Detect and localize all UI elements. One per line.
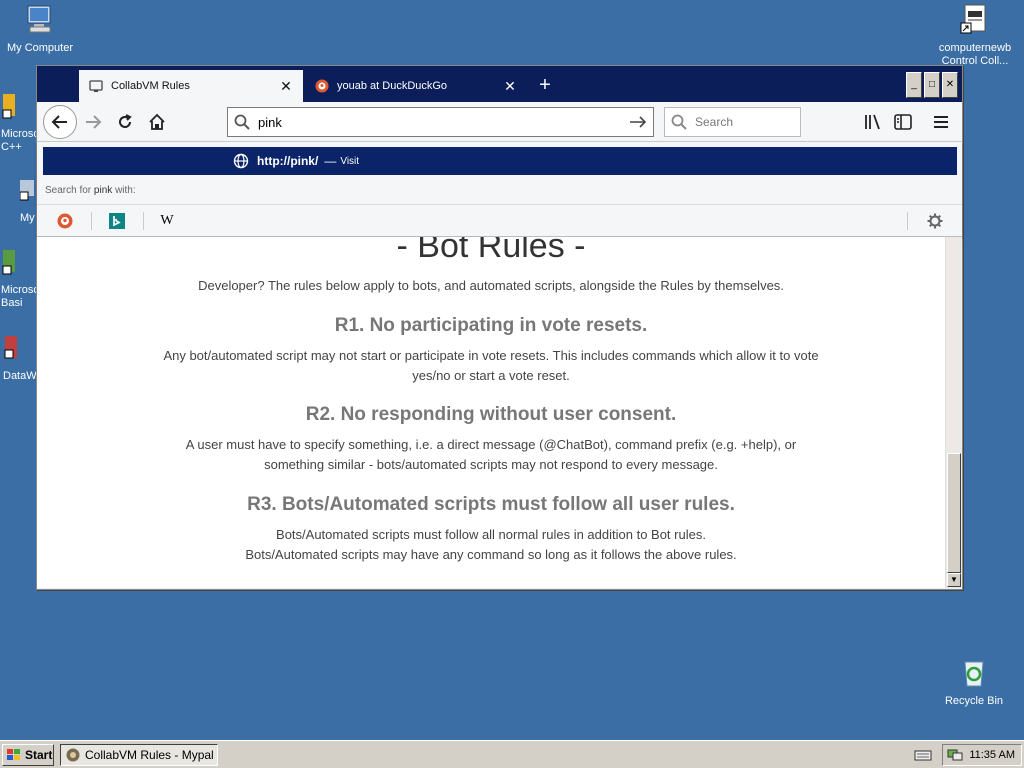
- close-tab-icon[interactable]: ✕: [279, 79, 293, 93]
- desktop-icon-label: Recycle Bin: [944, 695, 1004, 707]
- new-tab-button[interactable]: +: [533, 74, 557, 98]
- url-suggestion-dropdown: http://pink/ — Visit Search for pink wit…: [37, 142, 962, 237]
- search-bar[interactable]: Search: [664, 107, 801, 137]
- program-icon: [19, 180, 34, 201]
- rule-title: R1. No participating in vote resets.: [334, 315, 648, 336]
- page-content: - Bot Rules - Developer? The rules below…: [37, 237, 945, 588]
- one-off-search-engines: W: [37, 204, 962, 237]
- collabvm-favicon-icon: [89, 80, 103, 92]
- desktop-icon-recycle-bin[interactable]: Recycle Bin: [934, 656, 1014, 708]
- taskbar-item-label: CollabVM Rules - Mypal: [85, 748, 214, 762]
- search-icon: [671, 114, 687, 130]
- search-icon: [234, 114, 250, 130]
- engine-divider: [91, 212, 92, 230]
- forward-button[interactable]: [79, 108, 107, 136]
- desktop-icon-partial-cpp[interactable]: Microso C++: [1, 92, 40, 154]
- tab-duckduckgo[interactable]: youab at DuckDuckGo ✕: [305, 70, 527, 102]
- search-for-suffix: with:: [115, 185, 136, 196]
- shortcut-document-icon: [960, 4, 986, 34]
- search-for-term: pink: [93, 185, 113, 196]
- menu-icon[interactable]: [931, 112, 951, 132]
- rule-text: something similar - bots/automated scrip…: [264, 457, 718, 472]
- maximize-button[interactable]: □: [924, 72, 940, 98]
- network-icon[interactable]: [947, 748, 963, 762]
- intro-text: Developer? The rules below apply to bots…: [198, 278, 784, 293]
- search-for-prefix: Search for: [45, 185, 92, 196]
- close-button[interactable]: ✕: [942, 72, 958, 98]
- browser-window: CollabVM Rules ✕ youab at DuckDuckGo ✕ +…: [36, 65, 963, 590]
- scroll-down-icon[interactable]: ▼: [947, 573, 961, 587]
- system-tray: 11:35 AM: [942, 744, 1022, 766]
- rule-text: Bots/Automated scripts must follow all n…: [276, 527, 706, 542]
- back-button[interactable]: [43, 105, 77, 139]
- start-button[interactable]: Start: [2, 744, 54, 766]
- taskbar-item-mypal[interactable]: CollabVM Rules - Mypal: [60, 744, 218, 766]
- computer-icon: [27, 5, 51, 33]
- mypal-icon: [66, 748, 80, 762]
- reload-icon: [119, 114, 132, 128]
- rule-text: Bots/Automated scripts may have any comm…: [245, 547, 737, 562]
- duckduckgo-engine-icon[interactable]: [57, 213, 73, 229]
- engine-divider: [143, 212, 144, 230]
- keyboard-icon[interactable]: [914, 748, 932, 762]
- recycle-bin-icon: [964, 661, 984, 687]
- program-icon: [4, 336, 17, 359]
- start-label: Start: [25, 748, 53, 762]
- minimize-button[interactable]: _: [906, 72, 922, 98]
- rule-title: R3. Bots/Automated scripts must follow a…: [247, 494, 735, 515]
- reload-button[interactable]: [111, 108, 139, 136]
- desktop-icon-label: My: [20, 212, 35, 224]
- rule-text: Any bot/automated script may not start o…: [163, 348, 819, 363]
- url-bar[interactable]: pink: [227, 107, 654, 137]
- globe-icon: [233, 153, 249, 169]
- suggestion-separator: —: [324, 154, 337, 168]
- go-arrow-icon[interactable]: [629, 114, 647, 130]
- tab-bar-spacer: [39, 70, 79, 102]
- tab-collabvm-rules[interactable]: CollabVM Rules ✕: [79, 70, 303, 102]
- sidebar-icon[interactable]: [893, 112, 913, 132]
- rule-text: A user must have to specify something, i…: [185, 437, 797, 452]
- navigation-toolbar: pink Search: [37, 102, 962, 142]
- desktop-icon-computernewb[interactable]: computernewb Control Coll...: [935, 3, 1015, 68]
- window-controls: _ □ ✕: [906, 72, 958, 98]
- suggestion-action: Visit: [340, 155, 360, 167]
- search-for-label: Search for pink with:: [45, 185, 136, 196]
- rule-title: R2. No responding without user consent.: [305, 404, 677, 425]
- url-input[interactable]: pink: [258, 115, 629, 130]
- vertical-scrollbar[interactable]: ▼: [945, 237, 962, 588]
- windows-logo-icon: [7, 749, 20, 760]
- program-icon: [2, 94, 15, 119]
- desktop-icon-label: Microso Basi: [1, 284, 40, 309]
- tab-title: youab at DuckDuckGo: [337, 80, 448, 92]
- desktop-icon-partial-dataw[interactable]: DataW: [3, 334, 37, 383]
- back-arrow-icon: [51, 115, 67, 129]
- library-icon[interactable]: [863, 112, 883, 132]
- page-heading: - Bot Rules -: [396, 237, 586, 265]
- home-icon: [149, 113, 165, 130]
- tab-bar: CollabVM Rules ✕ youab at DuckDuckGo ✕ +…: [37, 66, 962, 102]
- wikipedia-engine-icon[interactable]: W: [159, 213, 175, 229]
- forward-arrow-icon: [86, 115, 102, 129]
- desktop-icon-my-computer[interactable]: My Computer: [0, 3, 80, 55]
- home-button[interactable]: [143, 108, 171, 136]
- scrollbar-thumb[interactable]: [947, 453, 961, 573]
- gear-icon[interactable]: [927, 213, 943, 229]
- desktop-icon-label: My Computer: [6, 42, 74, 54]
- engine-divider: [907, 212, 908, 230]
- suggestion-visit-row[interactable]: http://pink/ — Visit: [43, 147, 957, 175]
- desktop-icon-partial-basic[interactable]: Microso Basi: [1, 248, 40, 310]
- clock: 11:35 AM: [969, 749, 1015, 761]
- search-input[interactable]: Search: [695, 115, 733, 129]
- close-tab-icon[interactable]: ✕: [503, 79, 517, 93]
- desktop-icon-label: Microso C++: [1, 128, 40, 153]
- taskbar: Start CollabVM Rules - Mypal 11:35 AM: [0, 740, 1024, 768]
- tab-title: CollabVM Rules: [111, 80, 190, 92]
- rule-text: yes/no or start a vote reset.: [412, 368, 570, 383]
- suggestion-url: http://pink/: [257, 154, 319, 168]
- desktop-icon-label: DataW: [3, 370, 37, 382]
- bing-engine-icon[interactable]: [109, 213, 125, 229]
- desktop-icon-partial-my[interactable]: My: [19, 176, 35, 225]
- duckduckgo-favicon-icon: [315, 79, 329, 93]
- program-icon: [2, 250, 15, 275]
